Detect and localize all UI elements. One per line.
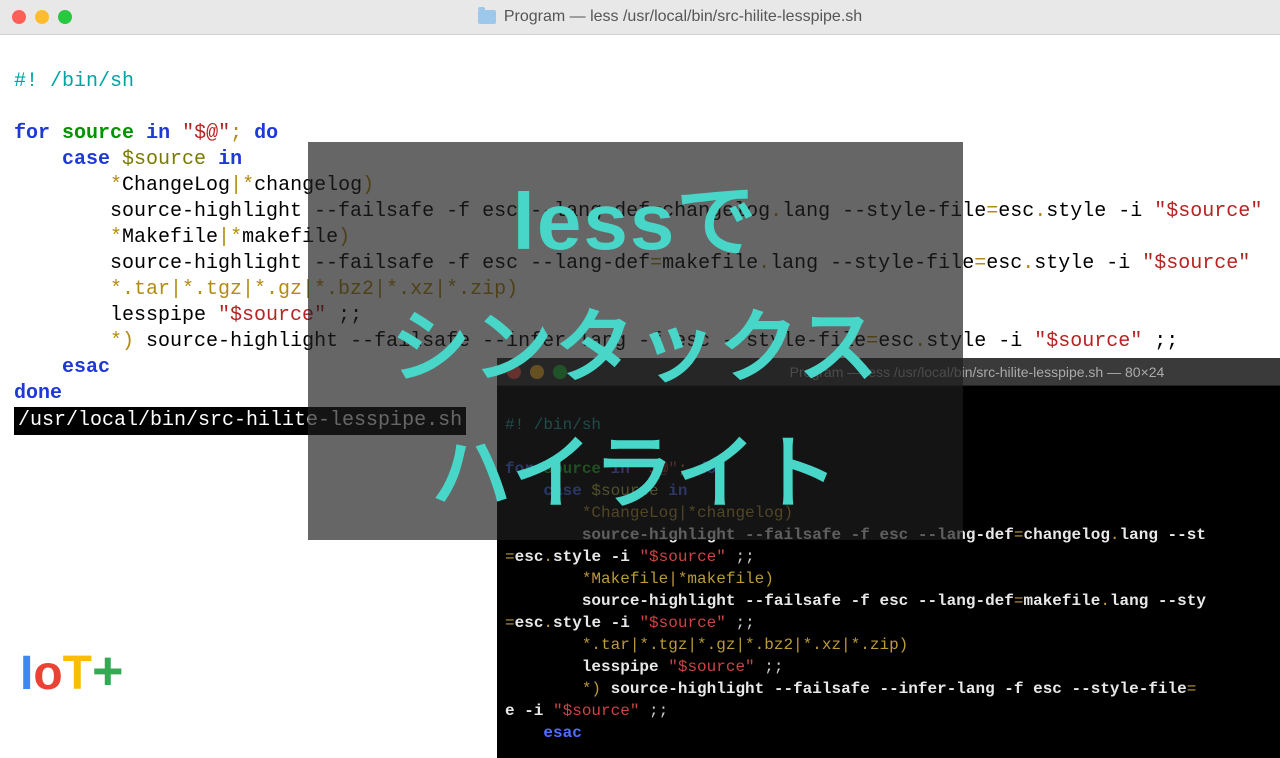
code-text: *: [110, 174, 122, 197]
code-text: style -i: [1034, 252, 1142, 275]
code-text: "$source": [1142, 252, 1250, 275]
code-text: for: [14, 122, 50, 145]
code-text: "$source": [639, 614, 725, 632]
code-text: |: [218, 226, 230, 249]
code-text: in: [218, 148, 242, 171]
traffic-lights: [12, 10, 72, 24]
code-text: "$source": [668, 658, 754, 676]
window-title-light: Program — less /usr/local/bin/src-hilite…: [478, 8, 862, 26]
code-text: .: [543, 548, 553, 566]
code-text: "$source": [639, 548, 725, 566]
code-text: "$source": [553, 702, 639, 720]
overlay-line-3: ハイライト: [431, 409, 839, 525]
code-text: #! /bin/sh: [14, 70, 134, 93]
code-text: .: [1022, 252, 1034, 275]
code-text: "$source": [1154, 200, 1262, 223]
code-text: =: [1014, 526, 1024, 544]
code-text: *: [230, 226, 242, 249]
code-text: ;: [230, 122, 242, 145]
code-text: =: [505, 614, 515, 632]
logo-plus: +: [92, 640, 124, 702]
text-overlay: lessで シンタックス ハイライト: [308, 142, 963, 540]
code-text: ;;: [726, 548, 755, 566]
code-text: $source: [122, 148, 206, 171]
code-text: style -i: [553, 614, 639, 632]
code-text: lang --sty: [1110, 592, 1206, 610]
code-text: *Makefile|*makefile): [582, 570, 774, 588]
code-text: lesspipe: [582, 658, 668, 676]
code-text: =: [974, 252, 986, 275]
code-text: *: [110, 330, 122, 353]
code-text: changelog: [1024, 526, 1110, 544]
overlay-line-2: シンタックス: [391, 283, 881, 399]
code-text: ;;: [755, 658, 784, 676]
code-text: ChangeLog: [122, 174, 230, 197]
logo-t: T: [63, 646, 92, 701]
code-text: =: [986, 200, 998, 223]
code-text: "$source": [1034, 330, 1142, 353]
close-button[interactable]: [12, 10, 26, 24]
code-text: source-highlight --failsafe --infer-lang…: [601, 680, 1187, 698]
code-text: *: [242, 174, 254, 197]
code-text: *: [110, 226, 122, 249]
code-text: makefile: [1024, 592, 1101, 610]
code-text: .: [1034, 200, 1046, 223]
title-text: Program — less /usr/local/bin/src-hilite…: [504, 8, 862, 26]
code-text: source: [62, 122, 134, 145]
code-text: lang --st: [1120, 526, 1206, 544]
code-text: =: [505, 548, 515, 566]
code-text: esc: [515, 548, 544, 566]
code-text: =: [1187, 680, 1197, 698]
code-text: =: [1014, 592, 1024, 610]
folder-icon: [478, 10, 496, 24]
code-text: .: [1100, 592, 1110, 610]
logo-i: I: [20, 646, 33, 701]
zoom-button[interactable]: [58, 10, 72, 24]
code-text: esac: [62, 356, 110, 379]
code-text: style -i: [1046, 200, 1154, 223]
code-text: *: [582, 680, 592, 698]
code-text: .: [543, 614, 553, 632]
minimize-button[interactable]: [35, 10, 49, 24]
code-text: esc: [515, 614, 544, 632]
logo-o: o: [33, 646, 62, 701]
code-text: Makefile: [122, 226, 218, 249]
code-text: ;;: [639, 702, 668, 720]
code-text: style -i: [553, 548, 639, 566]
code-text: ;;: [726, 614, 755, 632]
code-text: ): [591, 680, 601, 698]
code-text: esc: [998, 200, 1034, 223]
code-text: case: [62, 148, 110, 171]
code-text: do: [254, 122, 278, 145]
code-text: .: [1110, 526, 1120, 544]
code-text: "$@": [182, 122, 230, 145]
code-text: e -i: [505, 702, 553, 720]
code-text: |: [230, 174, 242, 197]
code-text: ;;: [1142, 330, 1178, 353]
code-text: done: [14, 382, 62, 405]
titlebar-light[interactable]: Program — less /usr/local/bin/src-hilite…: [0, 0, 1280, 35]
code-text: lesspipe: [110, 304, 218, 327]
iot-plus-logo: I o T +: [20, 640, 124, 702]
code-text: esac: [543, 724, 581, 742]
overlay-line-1: lessで: [513, 157, 759, 273]
code-text: in: [146, 122, 170, 145]
code-text: esc: [986, 252, 1022, 275]
code-text: source-highlight --failsafe -f esc --lan…: [582, 592, 1014, 610]
code-text: *.tar|*.tgz|*.gz|*.bz2|*.xz|*.zip): [582, 636, 908, 654]
code-text: ): [122, 330, 134, 353]
